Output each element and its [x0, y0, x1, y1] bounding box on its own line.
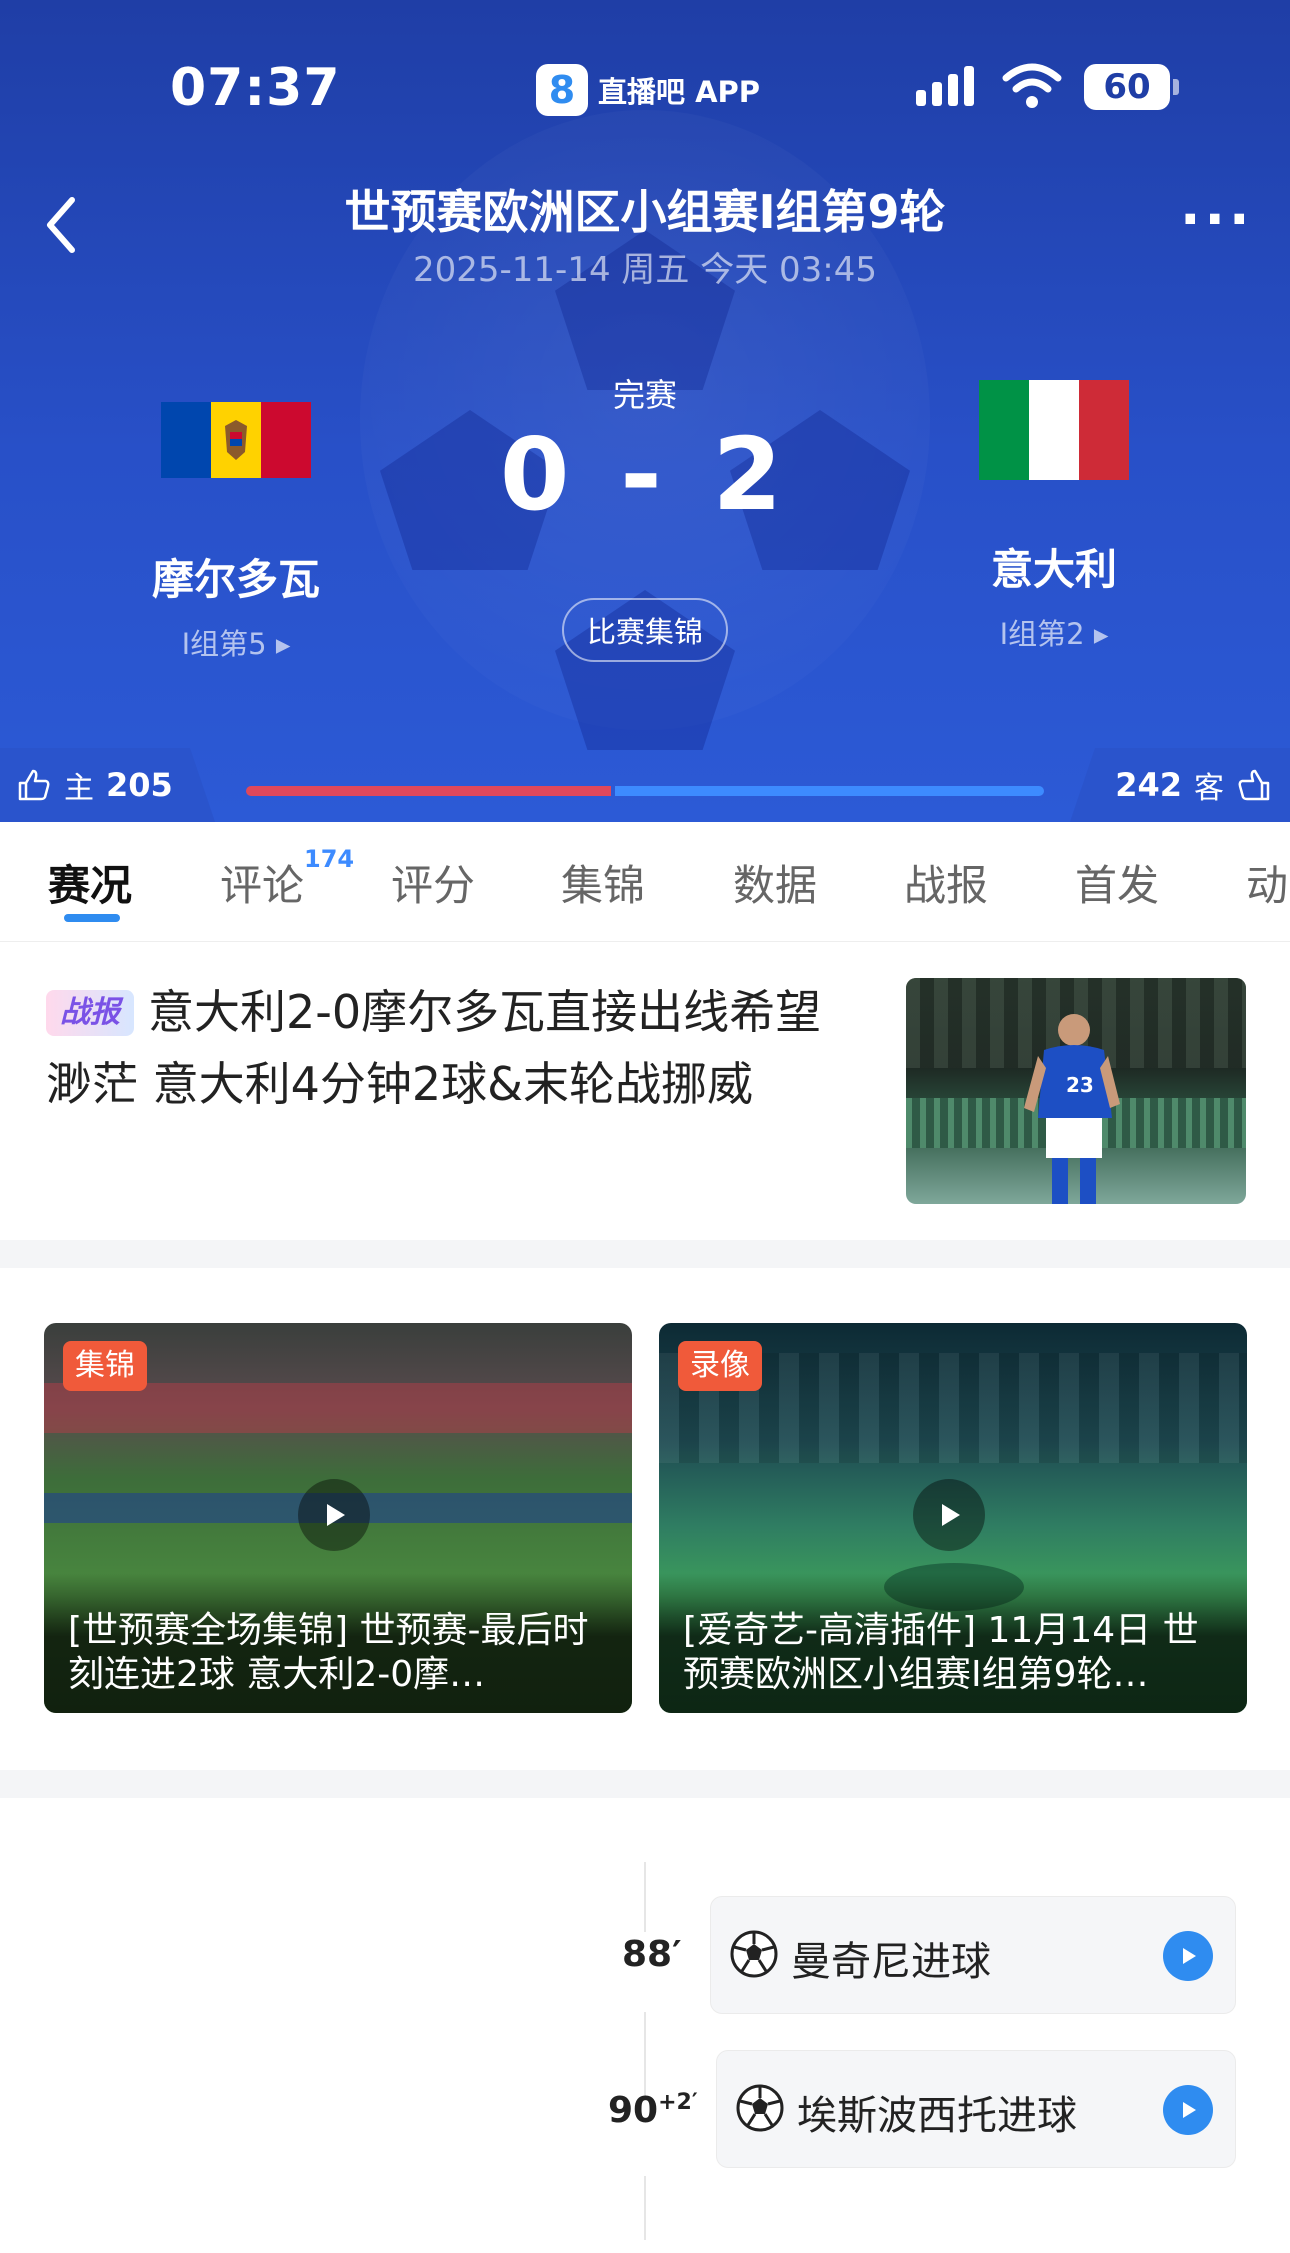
flag-stripe — [211, 402, 261, 478]
wifi-icon — [1002, 63, 1062, 108]
app-logo-icon: 8 — [536, 64, 588, 116]
app-indicator: 8 直播吧 APP — [536, 64, 760, 116]
player-figure: 23 — [1024, 1014, 1120, 1204]
flag-stripe — [1029, 380, 1079, 480]
news-thumbnail: 23 — [906, 978, 1246, 1204]
flag-stripe — [161, 402, 211, 478]
tab-stats[interactable]: 数据 — [733, 852, 817, 913]
play-icon[interactable] — [1163, 1931, 1213, 1981]
news-headline: 意大利2-0摩尔多瓦直接出线希望渺茫 意大利4分钟2球&末轮战挪威 — [46, 985, 822, 1111]
status-time: 07:37 — [170, 58, 341, 118]
report-badge: 战报 — [46, 990, 134, 1036]
home-vote-fill — [246, 786, 612, 796]
thumbs-up-icon — [1238, 769, 1270, 801]
play-icon[interactable] — [298, 1479, 370, 1551]
event-description: 埃斯波西托进球 — [797, 2093, 1077, 2139]
soccer-ball-icon — [730, 1930, 778, 1978]
status-bar: 07:37 8 直播吧 APP 60 — [0, 56, 1290, 118]
home-vote-count: 205 — [106, 766, 173, 804]
section-divider — [0, 1240, 1290, 1268]
video-card-replay[interactable]: 录像 [爱奇艺-高清插件] 11月14日 世预赛欧洲区小组赛I组第9轮… — [659, 1323, 1247, 1713]
event-description: 曼奇尼进球 — [791, 1939, 991, 1985]
svg-text:23: 23 — [1066, 1073, 1094, 1097]
video-tag: 集锦 — [63, 1341, 147, 1391]
tab-report[interactable]: 战报 — [904, 852, 988, 913]
event-minute: 88′ — [622, 1934, 682, 1975]
app-name: 直播吧 APP — [598, 75, 761, 109]
video-tag: 录像 — [678, 1341, 762, 1391]
match-status: 完赛 — [612, 376, 677, 414]
match-header: 07:37 8 直播吧 APP 60 ··· 世预赛欧洲区小组赛I组第9轮 20… — [0, 0, 1290, 822]
cellular-signal-icon — [916, 66, 974, 106]
tab-bar: 赛况 评论174 评分 集锦 数据 战报 首发 动 — [0, 822, 1290, 942]
soccer-ball-icon — [736, 2084, 784, 2132]
flag-stripe — [979, 380, 1029, 480]
match-highlights-button[interactable]: 比赛集锦 — [562, 598, 728, 662]
video-caption: [爱奇艺-高清插件] 11月14日 世预赛欧洲区小组赛I组第9轮… — [659, 1573, 1247, 1713]
italy-flag-icon — [979, 380, 1129, 480]
comments-count-badge: 174 — [304, 845, 355, 873]
thumbs-up-icon — [18, 769, 50, 801]
match-title: 世预赛欧洲区小组赛I组第9轮 — [344, 185, 946, 239]
home-team-rank[interactable]: I组第5 ▸ — [86, 621, 386, 663]
play-icon[interactable] — [1163, 2085, 1213, 2135]
news-headline-block: 战报 意大利2-0摩尔多瓦直接出线希望渺茫 意大利4分钟2球&末轮战挪威 — [46, 976, 866, 1120]
tab-ratings[interactable]: 评分 — [391, 852, 475, 913]
match-timeline: 88′ 曼奇尼进球 90+2′ 埃斯波西托进球 — [0, 1798, 1290, 2253]
home-vote-button[interactable]: 主 205 — [0, 748, 215, 822]
away-team[interactable]: 意大利 I组第2 ▸ — [904, 380, 1204, 653]
home-team[interactable]: 摩尔多瓦 I组第5 ▸ — [86, 380, 386, 663]
timeline-line — [644, 2176, 646, 2240]
away-team-rank[interactable]: I组第2 ▸ — [904, 611, 1204, 653]
support-vote-bar: 主 205 242 客 — [0, 748, 1290, 822]
tab-match-status[interactable]: 赛况 — [48, 852, 132, 913]
video-caption: [世预赛全场集锦] 世预赛-最后时刻连进2球 意大利2-0摩… — [44, 1573, 632, 1713]
event-minute-extra: +2′ — [658, 2090, 698, 2115]
away-team-name: 意大利 — [990, 545, 1117, 594]
goal-event-row[interactable]: 埃斯波西托进球 — [716, 2050, 1236, 2168]
news-card[interactable]: 战报 意大利2-0摩尔多瓦直接出线希望渺茫 意大利4分钟2球&末轮战挪威 23 — [0, 942, 1290, 1240]
away-vote-count: 242 — [1115, 766, 1182, 804]
away-vote-button[interactable]: 242 客 — [1070, 748, 1290, 822]
tab-more[interactable]: 动 — [1246, 852, 1288, 913]
away-vote-fill — [615, 786, 1044, 796]
home-team-name: 摩尔多瓦 — [151, 555, 320, 604]
tab-highlights[interactable]: 集锦 — [561, 852, 645, 913]
tab-lineups[interactable]: 首发 — [1075, 852, 1159, 913]
battery-indicator: 60 — [1084, 64, 1179, 110]
match-datetime: 2025-11-14 周五 今天 03:45 — [413, 250, 877, 290]
flag-stripe — [1079, 380, 1129, 480]
goal-event-row[interactable]: 曼奇尼进球 — [710, 1896, 1236, 2014]
moldova-coat-of-arms-icon — [225, 420, 247, 460]
moldova-flag-icon — [161, 402, 311, 478]
video-card-highlights[interactable]: 集锦 [世预赛全场集锦] 世预赛-最后时刻连进2球 意大利2-0摩… — [44, 1323, 632, 1713]
timeline-line — [644, 2012, 646, 2100]
vote-ratio-bar — [246, 786, 1044, 796]
timeline-line — [644, 1862, 646, 1932]
match-score: 0 - 2 — [499, 416, 791, 533]
active-tab-indicator — [64, 914, 120, 922]
play-icon[interactable] — [913, 1479, 985, 1551]
home-vote-label: 主 — [64, 771, 94, 806]
event-minute: 90+2′ — [608, 2090, 698, 2131]
away-vote-label: 客 — [1194, 771, 1224, 806]
flag-stripe — [261, 402, 311, 478]
tab-comments[interactable]: 评论174 — [220, 845, 354, 913]
section-divider — [0, 1770, 1290, 1798]
video-section: 集锦 [世预赛全场集锦] 世预赛-最后时刻连进2球 意大利2-0摩… 录像 [爱… — [0, 1268, 1290, 1778]
